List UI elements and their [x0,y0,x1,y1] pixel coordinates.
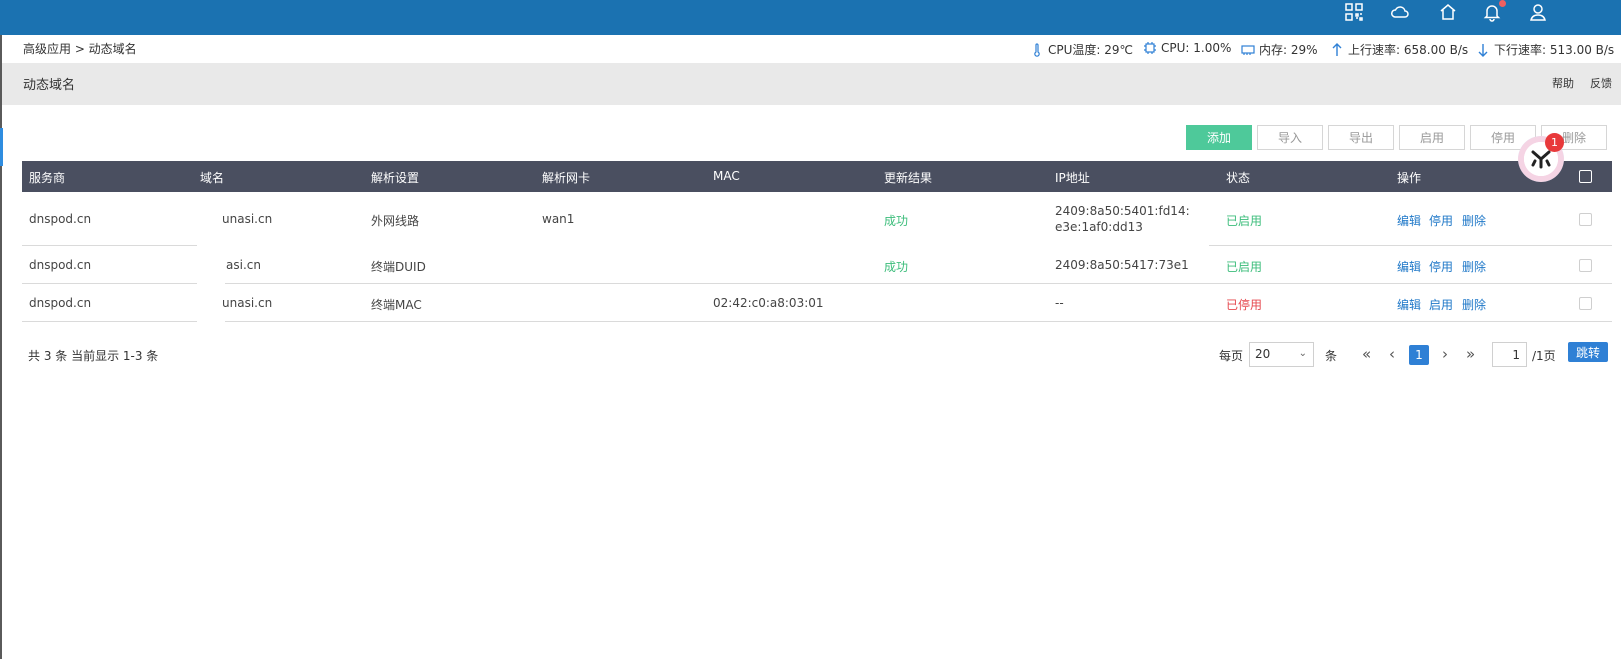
per-page-unit: 条 [1325,349,1338,363]
row3-checkbox[interactable] [1579,297,1592,310]
arrow-down-icon [1478,43,1488,57]
row-divider [225,283,1612,284]
row2-delete-link[interactable]: 删除 [1462,258,1486,275]
row2-toggle-link[interactable]: 停用 [1429,258,1453,275]
per-page-value: 20 [1255,347,1271,361]
chevron-down-icon: ⌄ [1298,348,1307,359]
title-bar [2,63,1621,105]
feedback-link[interactable]: 反馈 [1590,75,1612,91]
row2-status: 已启用 [1226,260,1263,274]
row1-nic: wan1 [542,212,575,226]
row1-setting: 外网线路 [371,214,420,228]
row2-provider: dnspod.cn [29,258,92,272]
memory-stat: 内存: 29% [1241,41,1318,58]
cpu-stat: CPU: 1.00% [1143,41,1231,55]
upload-text: 上行速率: 658.00 B/s [1348,43,1469,57]
row2-domain: asi.cn [226,258,261,272]
row1-ip: 2409:8a50:5401:fd14: [1055,204,1190,218]
row2-result: 成功 [884,260,909,274]
select-all-checkbox[interactable] [1579,170,1592,183]
row-divider [225,321,1612,322]
col-domain: 域名 [200,171,225,185]
download-stat: 下行速率: 513.00 B/s [1476,41,1614,58]
last-page-icon[interactable]: » [1466,345,1475,363]
page-number-input[interactable]: 1 [1492,342,1527,367]
assistant-badge: 1 [1545,133,1564,152]
page-title: 动态域名 [23,78,76,93]
cloud-icon[interactable] [1385,0,1415,24]
row1-edit-link[interactable]: 编辑 [1397,212,1421,229]
col-result: 更新结果 [884,171,933,185]
import-button[interactable]: 导入 [1257,125,1323,150]
total-pages: /1页 [1532,349,1556,363]
bell-icon[interactable] [1477,0,1507,24]
col-provider: 服务商 [29,171,66,185]
add-button[interactable]: 添加 [1186,125,1252,150]
top-bar [0,0,1621,35]
per-page-label: 每页 [1219,349,1244,363]
per-page-select[interactable]: 20 ⌄ [1249,342,1314,367]
col-setting: 解析设置 [371,171,420,185]
current-page-button[interactable]: 1 [1409,345,1429,365]
row2-setting: 终端DUID [371,260,426,274]
help-link[interactable]: 帮助 [1552,75,1574,91]
row1-result: 成功 [884,214,909,228]
download-text: 下行速率: 513.00 B/s [1494,43,1615,57]
row1-delete-link[interactable]: 删除 [1462,212,1486,229]
pagination-summary: 共 3 条 当前显示 1-3 条 [28,349,159,363]
cpu-temp-stat: CPU温度: 29℃ [1030,41,1133,58]
row3-toggle-link[interactable]: 启用 [1429,296,1453,313]
memory-icon [1241,44,1255,55]
memory-text: 内存: 29% [1259,43,1318,57]
row3-edit-link[interactable]: 编辑 [1397,296,1421,313]
row3-status: 已停用 [1226,298,1263,312]
row3-setting: 终端MAC [371,298,422,312]
row-divider [22,321,197,322]
row2-checkbox[interactable] [1579,259,1592,272]
left-accent [0,128,3,166]
arrow-up-icon [1332,42,1342,56]
thermometer-icon [1034,42,1040,57]
row1-provider: dnspod.cn [29,212,92,226]
export-button[interactable]: 导出 [1328,125,1394,150]
row1-domain: unasi.cn [222,212,273,226]
row2-ip: 2409:8a50:5417:73e1 [1055,258,1189,272]
row1-ip-cont: e3e:1af0:dd13 [1055,220,1143,234]
row1-checkbox[interactable] [1579,213,1592,226]
row3-ip: -- [1055,296,1064,310]
first-page-icon[interactable]: « [1362,345,1371,363]
row-divider [1209,245,1612,246]
row1-toggle-link[interactable]: 停用 [1429,212,1453,229]
col-ip: IP地址 [1055,171,1090,185]
row1-status: 已启用 [1226,214,1263,228]
go-page-button[interactable]: 跳转 [1568,342,1608,362]
row2-edit-link[interactable]: 编辑 [1397,258,1421,275]
prev-page-icon[interactable]: ‹ [1389,345,1395,363]
row3-domain: unasi.cn [222,296,273,310]
home-icon[interactable] [1433,0,1463,24]
row3-mac: 02:42:c0:a8:03:01 [713,296,824,310]
col-status: 状态 [1226,171,1251,185]
row3-delete-link[interactable]: 删除 [1462,296,1486,313]
row3-provider: dnspod.cn [29,296,92,310]
col-nic: 解析网卡 [542,171,591,185]
breadcrumb[interactable]: 高级应用 > 动态域名 [23,40,137,57]
row-divider [22,245,197,246]
col-mac: MAC [713,169,740,183]
cpu-temp-text: CPU温度: 29℃ [1048,43,1134,57]
next-page-icon[interactable]: › [1442,345,1448,363]
col-actions: 操作 [1397,171,1422,185]
row-divider [22,283,197,284]
enable-button[interactable]: 启用 [1399,125,1465,150]
table-header [22,161,1612,192]
apps-icon[interactable] [1339,0,1369,24]
upload-stat: 上行速率: 658.00 B/s [1330,41,1468,58]
chip-icon [1144,42,1156,54]
user-icon[interactable] [1523,0,1553,24]
cpu-text: CPU: 1.00% [1161,41,1232,55]
